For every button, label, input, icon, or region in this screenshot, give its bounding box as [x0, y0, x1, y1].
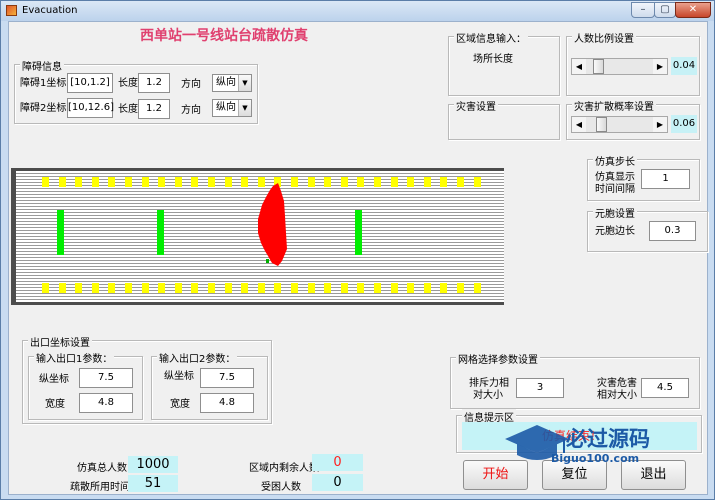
- exit2-width-input[interactable]: 4.8: [200, 393, 254, 413]
- exit2-y-input[interactable]: 7.5: [200, 368, 254, 388]
- cell-panel-title: 元胞设置: [593, 205, 637, 220]
- exit1-width-label: 宽度: [45, 399, 65, 410]
- obstacle1-length-label: 长度: [118, 78, 138, 89]
- fire-spread-region: [258, 183, 287, 266]
- simulation-canvas: [11, 168, 504, 305]
- arrow-right-icon[interactable]: ▶: [653, 59, 667, 74]
- watermark-url: Biguo100.com: [551, 452, 640, 465]
- obstacle2-length-input[interactable]: 1.2: [138, 99, 170, 119]
- app-window: Evacuation – ▢ ✕ 西单站一号线站台疏散仿真 障碍信息 障碍1坐标…: [0, 0, 715, 500]
- exit2-width-label: 宽度: [170, 399, 190, 410]
- obstacle2-coord-label: 障碍2坐标: [20, 103, 67, 114]
- disaster-panel-title: 灾害设置: [454, 98, 498, 113]
- area-info-panel-title: 区域信息输入：: [454, 30, 528, 45]
- cell-side-label: 元胞边长: [595, 226, 635, 237]
- exit2-group: 输入出口2参数： 纵坐标 7.5 宽度 4.8: [151, 350, 268, 420]
- sim-step-input[interactable]: 1: [641, 169, 690, 189]
- repulsion-input[interactable]: 3: [516, 378, 564, 398]
- obstacle1-direction-value: 纵向: [216, 77, 236, 88]
- obstacle1-length-input[interactable]: 1.2: [138, 73, 170, 93]
- arrow-right-icon[interactable]: ▶: [653, 117, 667, 132]
- total-people-label: 仿真总人数: [77, 463, 127, 474]
- trapped-people-value: 0: [312, 474, 363, 491]
- figure-area: 西单站一号线站台疏散仿真 障碍信息 障碍1坐标 [10,1.2] 长度 1.2 …: [8, 21, 708, 495]
- exit-settings-panel-title: 出口坐标设置: [28, 334, 92, 349]
- disaster-panel: 灾害设置: [448, 98, 560, 140]
- matlab-icon: [6, 5, 17, 16]
- ratio-panel-title: 人数比例设置: [572, 30, 636, 45]
- arrow-left-icon[interactable]: ◀: [572, 117, 586, 132]
- exit1-group: 输入出口1参数： 纵坐标 7.5 宽度 4.8: [28, 350, 143, 420]
- obstacle1-coord-label: 障碍1坐标: [20, 78, 67, 89]
- page-title: 西单站一号线站台疏散仿真: [140, 28, 308, 44]
- exit-settings-panel: 出口坐标设置 输入出口1参数： 纵坐标 7.5 宽度 4.8 输入出口2参数： …: [22, 334, 272, 424]
- arrow-left-icon[interactable]: ◀: [572, 59, 586, 74]
- ratio-slider-thumb[interactable]: [592, 59, 604, 74]
- hazard-input[interactable]: 4.5: [641, 378, 689, 398]
- obstacle-panel-title: 障碍信息: [20, 58, 64, 73]
- obstacle2-length-label: 长度: [118, 104, 138, 115]
- evac-time-label: 疏散所用时间: [70, 482, 130, 493]
- obstacle2-direction-value: 纵向: [216, 102, 236, 113]
- chevron-down-icon: ▼: [238, 100, 251, 116]
- trapped-people-label: 受困人数: [261, 482, 301, 493]
- obstacle1-coord-input[interactable]: [10,1.2]: [67, 73, 113, 93]
- obstacle-panel: 障碍信息 障碍1坐标 [10,1.2] 长度 1.2 方向 纵向 ▼ 障碍2坐标…: [14, 58, 258, 124]
- minimize-button[interactable]: –: [631, 2, 655, 18]
- exit1-group-title: 输入出口1参数：: [34, 350, 115, 365]
- ratio-value: 0.04: [671, 57, 697, 75]
- watermark-text: 必过源码: [566, 427, 650, 451]
- cell-panel: 元胞设置 元胞边长 0.3: [587, 205, 708, 252]
- spread-value: 0.06: [671, 115, 697, 133]
- obstacle2-direction-select[interactable]: 纵向 ▼: [212, 99, 252, 117]
- platform-grid: [16, 171, 504, 302]
- ratio-slider[interactable]: ◀ ▶: [571, 58, 668, 75]
- close-button[interactable]: ✕: [675, 2, 711, 18]
- spread-panel: 灾害扩散概率设置 ◀ ▶ 0.06: [566, 98, 700, 140]
- exit1-y-label: 纵坐标: [39, 374, 69, 385]
- obstacle1-direction-label: 方向: [181, 79, 201, 90]
- hazard-label-line2: 相对大小: [597, 390, 637, 401]
- fire-area: [258, 183, 287, 266]
- spread-slider[interactable]: ◀ ▶: [571, 116, 668, 133]
- area-info-panel: 区域信息输入： 场所长度: [448, 30, 560, 96]
- repulsion-label-line2: 对大小: [473, 390, 503, 401]
- window-title: Evacuation: [22, 5, 78, 16]
- venue-length-label: 场所长度: [473, 54, 513, 65]
- exit2-y-label: 纵坐标: [164, 371, 194, 382]
- person-mark: [266, 259, 269, 263]
- exit2-group-title: 输入出口2参数：: [157, 350, 238, 365]
- exit1-width-input[interactable]: 4.8: [79, 393, 133, 413]
- ratio-panel: 人数比例设置 ◀ ▶ 0.04: [566, 30, 700, 96]
- grid-params-panel-title: 网格选择参数设置: [456, 351, 540, 366]
- obstacle2-direction-label: 方向: [181, 105, 201, 116]
- remaining-people-label: 区域内剩余人数: [249, 463, 319, 474]
- grid-params-panel: 网格选择参数设置 排斥力相 对大小 3 灾害危害 相对大小 4.5: [450, 351, 700, 409]
- maximize-button[interactable]: ▢: [654, 2, 676, 18]
- obstacle1-direction-select[interactable]: 纵向 ▼: [212, 74, 252, 92]
- sim-step-label-line2: 时间间隔: [595, 184, 635, 195]
- chevron-down-icon: ▼: [238, 75, 251, 91]
- sim-step-panel: 仿真步长 仿真显示 时间间隔 1: [587, 153, 700, 201]
- total-people-value: 1000: [128, 456, 178, 473]
- spread-slider-thumb[interactable]: [596, 117, 608, 132]
- sim-step-panel-title: 仿真步长: [593, 153, 637, 168]
- evac-time-value: 51: [128, 475, 178, 492]
- obstacle2-coord-input[interactable]: [10,12.6]: [67, 98, 114, 118]
- cell-side-input[interactable]: 0.3: [649, 221, 696, 241]
- spread-panel-title: 灾害扩散概率设置: [572, 98, 656, 113]
- title-bar[interactable]: Evacuation – ▢ ✕: [1, 1, 714, 21]
- remaining-people-value: 0: [312, 454, 363, 471]
- exit1-y-input[interactable]: 7.5: [79, 368, 133, 388]
